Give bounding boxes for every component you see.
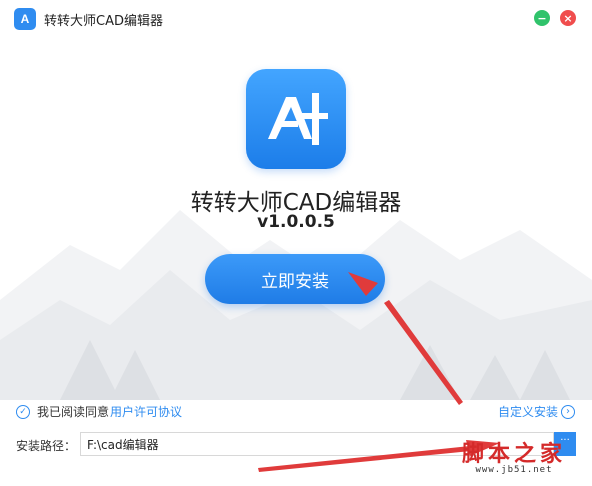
agree-text: 我已阅读同意 xyxy=(37,405,110,419)
license-agreement-link[interactable]: 用户许可协议 xyxy=(110,403,182,420)
app-logo-icon xyxy=(246,69,346,169)
watermark-main: 脚本之家 xyxy=(462,441,567,467)
check-circle-icon[interactable]: ✓ xyxy=(16,404,30,419)
install-button-label: 立即安装 xyxy=(261,271,329,292)
watermark-url: www.jb51.net xyxy=(475,465,553,475)
install-path-label: 安装路径： xyxy=(16,439,77,453)
custom-install-label: 自定义安装 xyxy=(498,405,559,419)
agreement-row[interactable]: ✓ 我已阅读同意 用户许可协议 xyxy=(16,403,182,420)
minimize-button[interactable]: − xyxy=(534,10,550,26)
minimize-icon: − xyxy=(537,11,547,25)
app-small-icon: A xyxy=(14,8,36,30)
watermark: 脚本之家 www.jb51.net xyxy=(462,436,566,475)
custom-install-link[interactable]: 自定义安装 › xyxy=(498,403,576,420)
title-bar: A 转转大师CAD编辑器 − × xyxy=(0,0,592,36)
version-label: v1.0.0.5 xyxy=(257,212,335,232)
close-icon: × xyxy=(563,11,573,25)
chevron-right-icon: › xyxy=(561,404,576,419)
close-button[interactable]: × xyxy=(560,10,576,26)
window-title: 转转大师CAD编辑器 xyxy=(44,14,163,29)
install-now-button[interactable]: 立即安装 xyxy=(205,254,385,304)
